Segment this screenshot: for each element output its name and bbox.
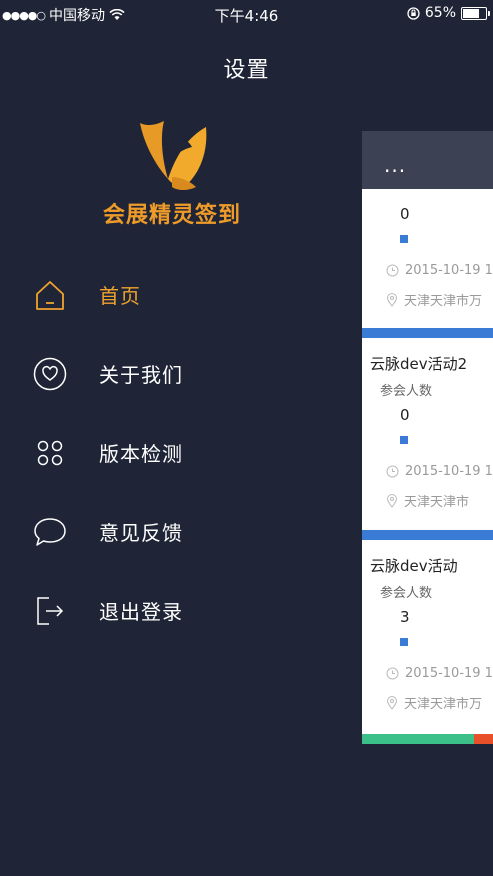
event-card[interactable]: 云脉dev活动 参会人数 3 2015-10-19 11 天津天津市万: [362, 540, 493, 734]
page-title: 设置: [223, 58, 270, 83]
menu-item-version[interactable]: 版本检测: [0, 413, 360, 492]
orientation-lock-icon: [407, 6, 420, 20]
event-time: 2015-10-19 14: [386, 263, 493, 278]
event-title: 云脉dev活动2: [370, 355, 468, 373]
menu-label-feedback: 意见反馈: [99, 521, 183, 545]
menu-label-logout: 退出登录: [99, 600, 183, 624]
event-time-text: 2015-10-19 14: [405, 263, 493, 278]
event-location: 天津天津市万: [386, 693, 482, 712]
attendee-label: 参会人数: [380, 384, 433, 399]
event-time-text: 2015-10-19 12: [405, 464, 493, 479]
clock-icon: [386, 667, 399, 680]
clock-icon: [386, 264, 399, 277]
logout-icon: [32, 593, 68, 629]
card-separator: [362, 328, 493, 338]
menu-item-about[interactable]: 关于我们: [0, 334, 360, 413]
battery-level: [463, 8, 479, 18]
heart-icon: [32, 356, 68, 392]
attendee-count: 3: [400, 608, 410, 626]
location-pin-icon: [386, 695, 398, 710]
event-time: 2015-10-19 12: [386, 464, 493, 479]
four-circles-icon: [32, 435, 68, 471]
event-location: 天津天津市万: [386, 290, 482, 309]
battery-percent: 65%: [424, 5, 456, 21]
status-right: 65%: [407, 5, 490, 21]
event-card[interactable]: 0 2015-10-19 14 天津天津市万: [362, 189, 493, 329]
sidebar-menu: 首页 关于我们 版本检测 意见反馈 退出登录: [0, 255, 360, 650]
menu-item-home[interactable]: 首页: [0, 255, 360, 334]
card-separator: [362, 530, 493, 540]
status-dot: [400, 436, 408, 444]
event-title: 云脉dev活动: [370, 557, 458, 575]
location-pin-icon: [386, 292, 398, 307]
menu-label-version: 版本检测: [99, 442, 183, 466]
chat-bubble-icon: [32, 514, 68, 550]
panel-navbar: ...: [362, 131, 493, 189]
menu-item-logout[interactable]: 退出登录: [0, 571, 360, 650]
event-time-text: 2015-10-19 11: [405, 666, 493, 681]
location-pin-icon: [386, 493, 398, 508]
event-location-text: 天津天津市万: [404, 294, 483, 309]
bottom-color-bar: [362, 734, 493, 744]
app-logo: 会展精灵签到: [92, 115, 252, 235]
event-location-text: 天津天津市: [404, 495, 470, 510]
event-location-text: 天津天津市万: [404, 697, 483, 712]
more-button[interactable]: ...: [384, 153, 406, 177]
event-card[interactable]: 云脉dev活动2 参会人数 0 2015-10-19 12 天津天津市: [362, 338, 493, 531]
clock-icon: [386, 465, 399, 478]
attendee-label: 参会人数: [380, 586, 433, 601]
main-content-panel[interactable]: ... 0 2015-10-19 14 天津天津市万 云脉dev活动2 参会人数…: [362, 131, 493, 744]
battery-icon: [461, 6, 490, 20]
menu-item-feedback[interactable]: 意见反馈: [0, 492, 360, 571]
status-dot: [400, 235, 408, 243]
attendee-count: 0: [400, 205, 410, 223]
home-icon: [32, 277, 68, 313]
logo-text: 会展精灵签到: [102, 203, 241, 228]
status-bar: ●●●●○ 中国移动 下午4:46 65%: [0, 0, 493, 28]
event-location: 天津天津市: [386, 491, 469, 510]
menu-label-about: 关于我们: [99, 363, 183, 387]
status-dot: [400, 638, 408, 646]
logo-mark-icon: [140, 121, 207, 190]
event-time: 2015-10-19 11: [386, 666, 493, 681]
attendee-count: 0: [400, 406, 410, 424]
menu-label-home: 首页: [99, 284, 141, 308]
